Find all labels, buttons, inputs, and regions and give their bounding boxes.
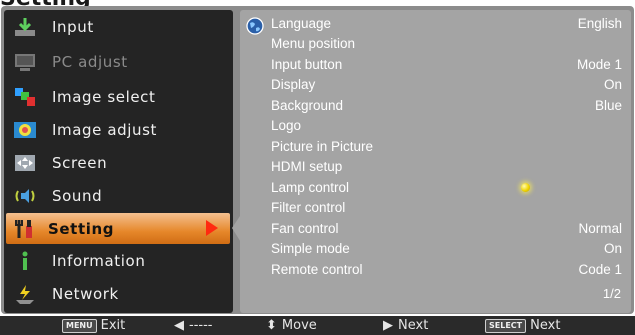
settings-panel: Language English Menu position Input but… (240, 10, 631, 313)
setting-row-input-button[interactable]: Input button Mode 1 (240, 55, 631, 75)
setting-row-simple-mode[interactable]: Simple mode On (240, 239, 631, 259)
page-indicator: 1/2 (602, 286, 621, 301)
menu-item-pc-adjust[interactable]: PC adjust (10, 47, 234, 77)
menu-item-label: Screen (52, 154, 108, 172)
setting-icon (12, 217, 38, 241)
menu-item-label: Sound (52, 187, 103, 205)
setting-name: Filter control (271, 200, 346, 215)
exit-hint: MENU Exit (62, 317, 125, 334)
input-icon (12, 15, 38, 39)
menu-item-label: Setting (48, 219, 115, 238)
setting-value: Code 1 (578, 262, 622, 277)
menu-item-information[interactable]: Information (10, 246, 234, 276)
setting-row-filter-control[interactable]: Filter control (240, 198, 631, 218)
setting-name: Logo (271, 118, 302, 133)
menu-item-label: PC adjust (52, 53, 128, 71)
globe-icon (246, 17, 264, 35)
select-hint: SELECT Next (485, 317, 560, 334)
setting-value: On (603, 241, 622, 256)
setting-name: Lamp control (271, 180, 350, 195)
back-hint-label: ----- (189, 318, 213, 333)
setting-row-hdmi-setup[interactable]: HDMI setup (240, 157, 631, 177)
setting-value: Blue (594, 98, 622, 113)
network-icon (12, 282, 38, 306)
back-hint: ◀ ----- (174, 317, 212, 334)
image-select-icon (12, 85, 38, 109)
information-icon (12, 249, 38, 273)
menu-item-input[interactable]: Input (10, 12, 234, 42)
sound-icon (12, 184, 38, 208)
move-hint: ⬍ Move (266, 317, 317, 334)
menu-item-screen[interactable]: Screen (10, 148, 234, 178)
setting-name: Remote control (271, 262, 363, 277)
menu-item-sound[interactable]: Sound (10, 181, 234, 211)
setting-row-lamp-control[interactable]: Lamp control (240, 178, 631, 198)
lamp-indicator-icon (521, 183, 530, 192)
setting-name: Input button (271, 57, 343, 72)
setting-row-fan-control[interactable]: Fan control Normal (240, 219, 631, 239)
menu-item-label: Image adjust (52, 121, 158, 139)
main-menu: Input PC adjust Image select Image adjus… (4, 10, 242, 313)
setting-name: Simple mode (271, 241, 350, 256)
menu-item-network[interactable]: Network (10, 279, 234, 309)
image-adjust-icon (12, 118, 38, 142)
setting-row-language[interactable]: Language English (240, 14, 631, 35)
setting-name: Background (271, 98, 344, 113)
status-bar: MENU Exit ◀ ----- ⬍ Move ▶ Next SELECT N… (0, 316, 635, 335)
setting-row-logo[interactable]: Logo (240, 116, 631, 136)
setting-row-remote-control[interactable]: Remote control Code 1 (240, 260, 631, 280)
setting-row-menu-position[interactable]: Menu position (240, 34, 631, 54)
selection-arrow-icon (206, 220, 218, 236)
setting-value: On (603, 77, 622, 92)
move-hint-label: Move (281, 318, 317, 333)
next-hint: ▶ Next (383, 317, 428, 334)
up-down-arrow-icon: ⬍ (266, 318, 277, 333)
left-arrow-icon: ◀ (174, 318, 184, 333)
pc-adjust-icon (12, 50, 38, 74)
setting-row-background[interactable]: Background Blue (240, 96, 631, 116)
screen-icon (12, 151, 38, 175)
setting-row-picture-in-picture[interactable]: Picture in Picture (240, 137, 631, 157)
setting-value: English (577, 16, 622, 31)
menu-item-image-select[interactable]: Image select (10, 82, 234, 112)
setting-name: Menu position (271, 36, 356, 51)
select-hint-label: Next (530, 318, 561, 333)
setting-row-display[interactable]: Display On (240, 75, 631, 95)
setting-name: HDMI setup (271, 159, 343, 174)
menu-item-label: Network (52, 285, 119, 303)
select-key-icon: SELECT (485, 318, 527, 333)
setting-name: Display (271, 77, 316, 92)
setting-value: Mode 1 (576, 57, 622, 72)
menu-key-icon: MENU (62, 318, 97, 333)
setting-name: Language (271, 16, 332, 31)
menu-item-label: Input (52, 18, 94, 36)
next-hint-label: Next (398, 318, 429, 333)
right-arrow-icon: ▶ (383, 318, 393, 333)
exit-hint-label: Exit (100, 318, 126, 333)
menu-item-label: Information (52, 252, 146, 270)
setting-name: Picture in Picture (271, 139, 374, 154)
menu-item-image-adjust[interactable]: Image adjust (10, 115, 234, 145)
menu-item-setting[interactable]: Setting (6, 213, 242, 244)
setting-value: Normal (578, 221, 622, 236)
setting-name: Fan control (271, 221, 339, 236)
menu-item-label: Image select (52, 88, 156, 106)
